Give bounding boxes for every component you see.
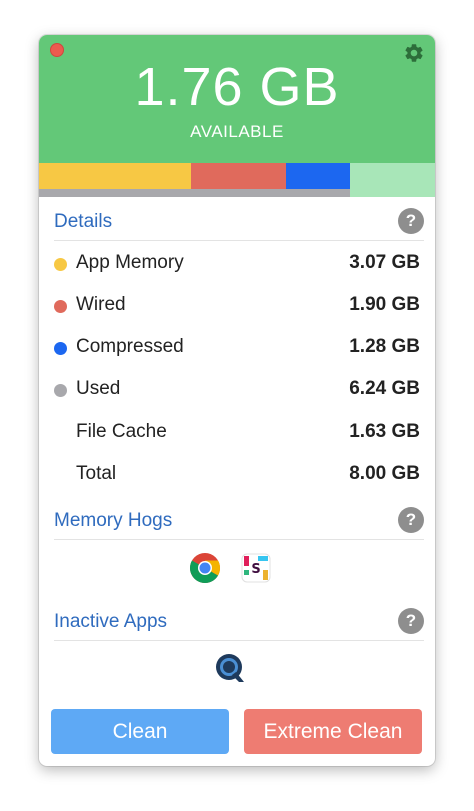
svg-text:S: S <box>251 562 260 577</box>
row-value: 1.63 GB <box>349 421 420 442</box>
detail-row-compressed: Compressed 1.28 GB <box>54 333 420 363</box>
chrome-icon[interactable] <box>189 552 221 584</box>
bar-segment-app-memory <box>39 163 191 189</box>
quicktime-icon[interactable] <box>214 652 246 684</box>
row-label: File Cache <box>76 421 167 442</box>
row-value: 6.24 GB <box>349 378 420 399</box>
row-label: Total <box>76 463 117 484</box>
row-value: 3.07 GB <box>349 252 420 273</box>
details-title: Details <box>54 211 113 232</box>
row-label: App Memory <box>76 252 184 273</box>
wired-dot-icon <box>54 300 67 313</box>
clean-button[interactable]: Clean <box>51 709 229 754</box>
inactive-apps-header: Inactive Apps ? <box>54 605 424 641</box>
row-label: Wired <box>76 294 126 315</box>
row-value: 1.28 GB <box>349 336 420 357</box>
details-help-icon[interactable]: ? <box>398 208 424 234</box>
bar-used-strip <box>39 189 350 197</box>
detail-row-app-memory: App Memory 3.07 GB <box>54 249 420 279</box>
details-header: Details ? <box>54 205 424 241</box>
extreme-clean-button[interactable]: Extreme Clean <box>244 709 422 754</box>
detail-row-file-cache: File Cache 1.63 GB <box>54 418 420 448</box>
memory-header: 1.76 GB AVAILABLE <box>39 35 435 163</box>
row-value: 8.00 GB <box>349 463 420 484</box>
compressed-dot-icon <box>54 342 67 355</box>
row-value: 1.90 GB <box>349 294 420 315</box>
bar-segment-wired <box>191 163 286 189</box>
detail-row-total: Total 8.00 GB <box>54 460 420 490</box>
inactive-apps-title: Inactive Apps <box>54 611 168 632</box>
app-memory-dot-icon <box>54 258 67 271</box>
memory-hogs-help-icon[interactable]: ? <box>398 507 424 533</box>
memory-window: 1.76 GB AVAILABLE Details ? App Memory 3… <box>39 35 435 766</box>
available-value: 1.76 GB <box>134 57 340 117</box>
used-dot-icon <box>54 384 67 397</box>
row-label: Compressed <box>76 336 184 357</box>
bar-segment-compressed <box>286 163 350 189</box>
bar-segment-available <box>350 163 435 189</box>
memory-hogs-header: Memory Hogs ? <box>54 504 424 540</box>
slack-icon[interactable]: S <box>240 552 272 584</box>
detail-row-used: Used 6.24 GB <box>54 375 420 405</box>
available-label: AVAILABLE <box>190 122 284 141</box>
memory-hogs-title: Memory Hogs <box>54 510 173 531</box>
bar-free-strip <box>350 189 435 197</box>
detail-row-wired: Wired 1.90 GB <box>54 291 420 321</box>
row-label: Used <box>76 378 121 399</box>
inactive-apps-help-icon[interactable]: ? <box>398 608 424 634</box>
